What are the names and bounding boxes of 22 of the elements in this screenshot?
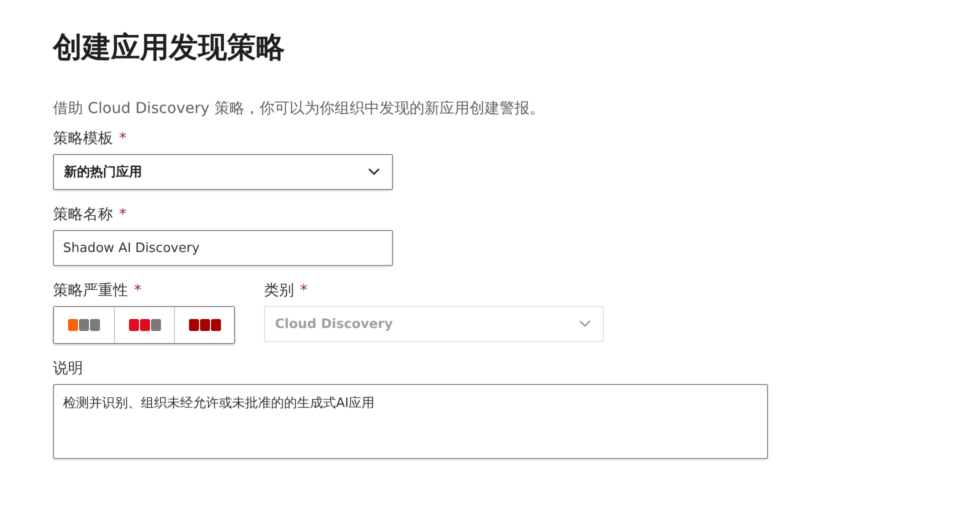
required-mark: * (300, 280, 308, 300)
severity-level-icon (128, 319, 160, 331)
severity-level-icon (188, 319, 220, 331)
required-mark: * (119, 128, 126, 148)
chevron-down-icon (368, 168, 380, 176)
field-label: 说明 (53, 358, 83, 378)
description-field[interactable]: 检测并识别、组织未经允许或未批准的的生成式AI应用 (53, 384, 768, 459)
severity-level-icon (68, 319, 100, 331)
policy-name-field[interactable]: Shadow AI Discovery (53, 230, 393, 266)
field-label: 策略严重性 (53, 280, 128, 300)
severity-button[interactable] (174, 307, 234, 343)
field-label: 策略模板 (53, 128, 113, 148)
template-dropdown[interactable]: 新的热门应用 (53, 154, 393, 190)
severity-button[interactable] (114, 307, 174, 343)
severity-button[interactable] (54, 307, 114, 343)
intro-text: 借助 Cloud Discovery 策略，你可以为你组织中发现的新应用创建警报。 (53, 98, 546, 118)
required-mark: * (134, 280, 142, 300)
field-label: 策略名称 (53, 204, 113, 224)
page-title: 创建应用发现策略 (53, 29, 286, 66)
chevron-down-icon (579, 320, 591, 328)
required-mark: * (119, 204, 126, 224)
field-label: 类别 (264, 280, 294, 300)
